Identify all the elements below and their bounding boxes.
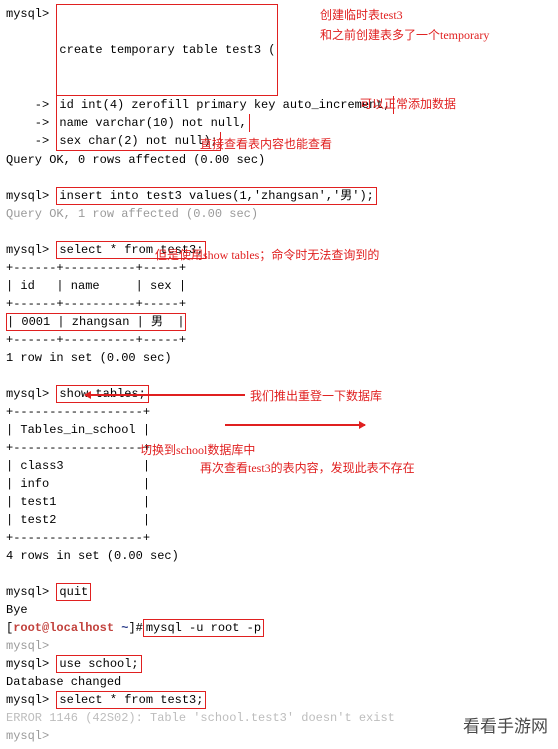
annot-create-b: 和之前创建表多了一个temporary — [320, 26, 489, 44]
annot-select2: 再次查看test3的表内容，发现此表不存在 — [200, 459, 415, 477]
tbl2-r1: | class3 | — [6, 457, 150, 475]
create-line3: name varchar(10) not null, — [59, 116, 246, 130]
prompt-mysql: mysql> — [6, 385, 49, 403]
mysql-login-command: mysql -u root -p — [143, 619, 264, 637]
watermark: 看看手游网 — [463, 714, 548, 740]
prompt-cont: -> — [6, 132, 49, 150]
root-tilde: ~ — [121, 619, 128, 637]
tbl2-r3: | test1 | — [6, 493, 150, 511]
prompt-mysql-g1: mysql> — [6, 637, 49, 655]
final-prompt: mysql> — [6, 727, 49, 745]
create-line2: id int(4) zerofill primary key auto_incr… — [59, 98, 390, 112]
create-line3-box: name varchar(10) not null, — [56, 114, 249, 132]
use-school-command: use school; — [56, 655, 141, 673]
tbl2-sep3: +------------------+ — [6, 529, 150, 547]
arrow-quit-icon — [85, 394, 245, 396]
create-temporary-block: create temporary table test3 ( — [56, 4, 278, 96]
tbl1-head: | id | name | sex | — [6, 277, 186, 295]
tbl1-row-wrapper: | 0001 | zhangsan | 男 | — [6, 313, 186, 331]
prompt-mysql: mysql> — [6, 241, 49, 259]
annot-useschool: 切换到school数据库中 — [140, 441, 255, 459]
db-changed: Database changed — [6, 673, 121, 691]
hash-icon: # — [136, 619, 143, 637]
bye: Bye — [6, 601, 28, 619]
query-ok-0: Query OK, 0 rows affected (0.00 sec) — [6, 151, 265, 169]
tbl2-head: | Tables_in_school | — [6, 421, 150, 439]
annot-create-a: 创建临时表test3 — [320, 6, 403, 24]
tbl2-r4: | test2 | — [6, 511, 150, 529]
tbl2-r2: | info | — [6, 475, 150, 493]
prompt-mysql: mysql> — [6, 691, 49, 709]
create-line1: create temporary table test3 ( — [59, 41, 275, 59]
four-rows: 4 rows in set (0.00 sec) — [6, 547, 179, 565]
tbl2-sep1: +------------------+ — [6, 403, 150, 421]
one-row: 1 row in set (0.00 sec) — [6, 349, 172, 367]
prompt-mysql: mysql> — [6, 583, 49, 601]
create-line4-box: sex char(2) not null); — [56, 132, 220, 151]
prompt-mysql: mysql> — [6, 187, 49, 205]
annot-showtables: 但是使用show tables；命令时无法查询到的 — [155, 246, 379, 264]
query-ok-1: Query OK, 1 row affected (0.00 sec) — [6, 205, 258, 223]
insert-command: insert into test3 values(1,'zhangsan','男… — [56, 187, 376, 205]
prompt-cont: -> — [6, 114, 49, 132]
error-line: ERROR 1146 (42S02): Table 'school.test3'… — [6, 709, 395, 727]
create-line2-box: id int(4) zerofill primary key auto_incr… — [56, 96, 393, 114]
tbl1-sep3: +------+----------+-----+ — [6, 331, 186, 349]
tbl2-sep2: +------------------+ — [6, 439, 150, 457]
prompt-mysql: mysql> — [6, 655, 49, 673]
arrow-login-icon — [225, 424, 365, 426]
create-line4: sex char(2) not null); — [59, 134, 217, 148]
tbl1-row: | 0001 | zhangsan | 男 | — [6, 313, 186, 331]
shell-root-line: [root@localhost ~]#mysql -u root -p — [6, 619, 552, 637]
select-again-command: select * from test3; — [56, 691, 206, 709]
quit-command: quit — [56, 583, 91, 601]
prompt-cont: -> — [6, 96, 49, 114]
tbl1-sep2: +------+----------+-----+ — [6, 295, 186, 313]
annot-quit: 我们推出重登一下数据库 — [250, 387, 382, 405]
prompt-mysql: mysql> — [6, 5, 49, 23]
root-user: root@localhost — [13, 619, 114, 637]
annot-select: 直接查看表内容也能查看 — [200, 135, 332, 153]
annot-insert: 可以正常添加数据 — [360, 95, 456, 113]
